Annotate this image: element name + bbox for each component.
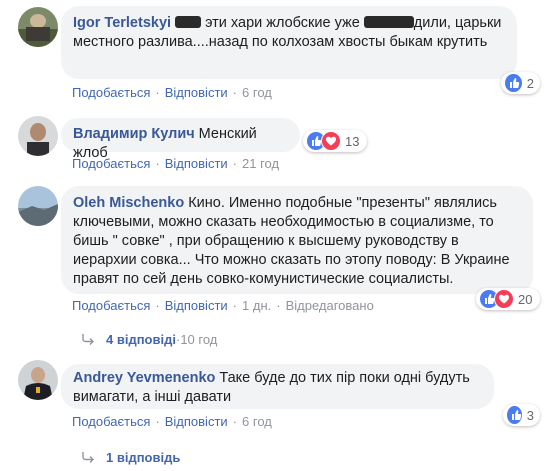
comment-actions: Подобається · Відповісти · 1 дн. · Відредагова… xyxy=(72,298,374,313)
reaction-summary[interactable]: 2 xyxy=(501,72,540,94)
avatar[interactable] xyxy=(18,186,58,226)
avatar[interactable] xyxy=(18,7,58,47)
like-button[interactable]: Подобається xyxy=(72,156,150,171)
comment-bubble: Igor Terletskyi эти хари жлобские уже ди… xyxy=(61,6,517,79)
avatar[interactable] xyxy=(18,116,58,156)
comment-author[interactable]: Igor Terletskyi xyxy=(73,15,171,31)
comment-bubble: Oleh Mischenko Кино. Именно подобные "пре… xyxy=(61,186,533,294)
comment-bubble: Andrey Yevmenenko Таке буде до тих пір по… xyxy=(61,364,494,409)
love-icon xyxy=(494,289,514,309)
reaction-summary[interactable]: 3 xyxy=(503,404,540,426)
like-button[interactable]: Подобається xyxy=(72,85,150,100)
redaction-mark xyxy=(175,16,202,28)
comment-author[interactable]: Andrey Yevmenenko xyxy=(73,370,215,386)
replies-link[interactable]: 1 відповідь xyxy=(106,450,180,465)
love-icon xyxy=(321,131,341,151)
comment-timestamp[interactable]: 21 год xyxy=(242,156,279,171)
reply-button[interactable]: Відповісти xyxy=(165,414,228,429)
reaction-count: 2 xyxy=(526,75,534,91)
reply-button[interactable]: Відповісти xyxy=(165,298,228,313)
avatar[interactable] xyxy=(18,360,58,400)
like-button[interactable]: Подобається xyxy=(72,298,150,313)
reaction-summary[interactable]: 20 xyxy=(476,288,540,310)
replies-timestamp: 10 год xyxy=(180,332,218,347)
comment-text: эти хари жлобские уже xyxy=(201,15,364,31)
reply-button[interactable]: Відповісти xyxy=(165,85,228,100)
like-button[interactable]: Подобається xyxy=(72,414,150,429)
reaction-count: 20 xyxy=(518,291,533,307)
comment-actions: Подобається · Відповісти · 6 год xyxy=(72,414,272,429)
comment-author[interactable]: Oleh Mischenko xyxy=(73,195,184,211)
reaction-summary[interactable]: 13 xyxy=(303,130,367,152)
replies-link[interactable]: 4 відповіді xyxy=(106,332,176,347)
reply-arrow-icon xyxy=(82,452,94,463)
reply-arrow-icon xyxy=(82,334,94,345)
reaction-count: 3 xyxy=(526,407,534,423)
like-icon xyxy=(504,73,523,93)
comment-actions: Подобається · Відповісти · 6 год xyxy=(72,85,272,100)
view-replies[interactable]: 4 відповіді·10 год xyxy=(82,332,217,347)
comment-bubble: Владимир Кулич Менский жлоб xyxy=(61,118,300,161)
like-icon xyxy=(506,405,523,425)
comment-timestamp[interactable]: 6 год xyxy=(242,85,272,100)
redaction-mark xyxy=(363,16,414,28)
comment-actions: Подобається · Відповісти · 21 год xyxy=(72,156,280,171)
view-replies[interactable]: 1 відповідь xyxy=(82,450,180,465)
edited-label[interactable]: Відредаговано xyxy=(286,298,374,313)
reply-button[interactable]: Відповісти xyxy=(165,156,228,171)
comment-timestamp[interactable]: 1 дн. xyxy=(242,298,271,313)
comment-timestamp[interactable]: 6 год xyxy=(242,414,272,429)
comment-author[interactable]: Владимир Кулич xyxy=(73,126,195,142)
reaction-count: 13 xyxy=(345,133,360,149)
